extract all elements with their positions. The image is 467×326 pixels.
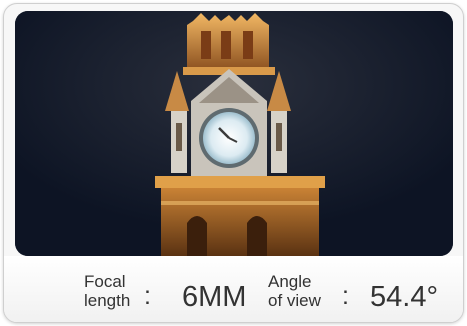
focal-length-value: 6MM	[182, 281, 247, 313]
focal-length-label: Focal length	[84, 272, 130, 310]
tower-base	[155, 176, 325, 256]
angle-label-line2: of view	[268, 291, 321, 310]
sample-photo	[15, 11, 453, 256]
tower-top	[183, 13, 275, 75]
focal-label-line1: Focal	[84, 272, 126, 291]
angle-of-view-value: 54.4°	[370, 281, 439, 313]
angle-of-view-label: Angle of view	[268, 272, 321, 310]
focal-length-spec: Focal length : 6MM	[84, 256, 274, 322]
spec-bar: Focal length : 6MM Angle of view : 54.4°	[4, 256, 463, 322]
angle-of-view-spec: Angle of view : 54.4°	[266, 256, 456, 322]
clock-tower-image	[15, 11, 453, 256]
focal-label-line2: length	[84, 291, 131, 310]
angle-separator: :	[342, 282, 349, 310]
focal-separator: :	[144, 282, 151, 310]
angle-label-line1: Angle	[268, 272, 312, 291]
camera-spec-card: Focal length : 6MM Angle of view : 54.4°	[3, 3, 464, 323]
